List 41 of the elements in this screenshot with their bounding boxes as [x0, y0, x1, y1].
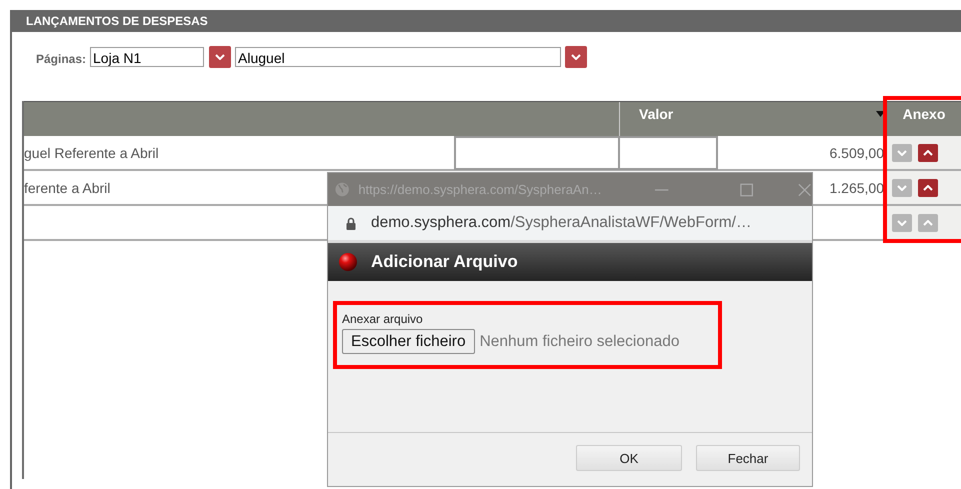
globe-icon [335, 182, 350, 197]
ball-icon [338, 252, 358, 272]
chevron-up-icon [923, 220, 933, 226]
sort-icon[interactable] [876, 111, 885, 117]
upload-button[interactable] [918, 144, 938, 162]
account-field[interactable]: Aluguel [235, 47, 562, 67]
choose-file-button[interactable]: Escolher ficheiro [342, 329, 475, 354]
upload-button[interactable] [918, 178, 938, 196]
input-field[interactable] [454, 136, 620, 170]
field-label: Anexar arquivo [342, 312, 424, 326]
dialog-title: Adicionar Arquivo [371, 252, 518, 272]
collapse-button[interactable] [892, 214, 912, 232]
maximize-icon[interactable] [739, 182, 755, 198]
table-cell: ferente a Abril [24, 180, 110, 196]
table-cell: 6.509,00 [830, 144, 884, 160]
dropdown-button[interactable] [565, 46, 588, 68]
url-text: demo.sysphera.com/SyspheraAnalistaWF/WebForm/… [371, 214, 752, 232]
column-title: Valor [639, 106, 674, 122]
column-title: Anexo [902, 106, 946, 122]
table-cell: guel Referente a Abril [24, 144, 159, 160]
chevron-down-icon [897, 184, 907, 190]
store-field[interactable]: Loja N1 [90, 47, 204, 67]
chevron-down-icon [571, 54, 582, 60]
collapse-button[interactable] [892, 178, 912, 196]
chevron-up-icon [923, 184, 933, 190]
table-cell: 1.265,00 [830, 180, 884, 196]
dropdown-button[interactable] [209, 46, 232, 68]
input-field[interactable] [620, 136, 718, 170]
file-status: Nenhum ficheiro selecionado [480, 332, 680, 350]
chevron-down-icon [215, 54, 226, 60]
panel-title: LANÇAMENTOS DE DESPESAS [12, 10, 961, 32]
chevron-up-icon [923, 150, 933, 156]
dialog-button[interactable]: Fechar [696, 445, 800, 471]
column-header[interactable]: Valor [620, 102, 887, 136]
collapse-button[interactable] [892, 144, 912, 162]
chevron-down-icon [897, 220, 907, 226]
lock-icon [346, 216, 356, 230]
dialog-button[interactable]: OK [576, 445, 682, 471]
filter-label: Páginas: [36, 52, 86, 66]
close-icon[interactable] [796, 182, 812, 198]
chevron-down-icon [897, 150, 907, 156]
